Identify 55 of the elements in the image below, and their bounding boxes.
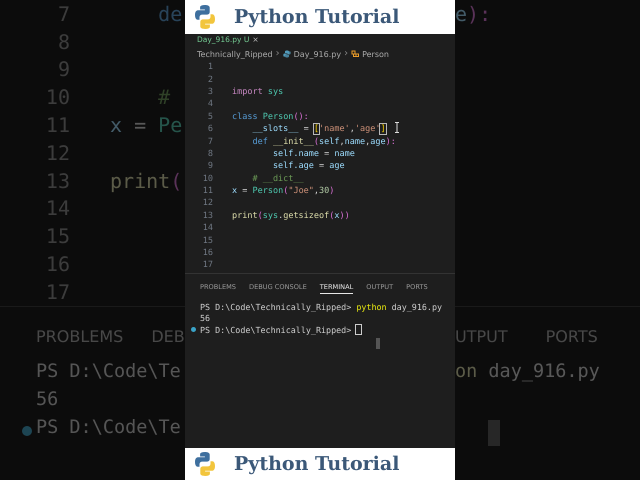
code-line: # — [157, 85, 170, 110]
line-number: 2 — [206, 74, 213, 85]
line-number: 4 — [206, 99, 213, 110]
line-number: 13 — [202, 210, 213, 221]
text-cursor-icon — [394, 122, 400, 133]
line-number: 16 — [202, 248, 213, 258]
code-line: import sys — [232, 86, 284, 97]
breadcrumb-item[interactable]: Person — [362, 50, 389, 58]
line-number: 11 — [202, 186, 213, 196]
terminal-line: 56 — [36, 389, 58, 410]
status-dot-icon — [22, 426, 32, 436]
terminal-line: PS D:\Code\Technically_Ripped> python day_916.py — [200, 302, 442, 312]
line-number: 8 — [206, 148, 213, 159]
code-line: de — [157, 2, 182, 26]
code-line: __slots__ = ['name','age'] — [251, 124, 386, 134]
code-line: self.age = age — [272, 161, 345, 172]
line-number: 1 — [206, 62, 213, 72]
status-dot-icon — [191, 327, 196, 332]
line-number: 15 — [202, 236, 213, 246]
terminal-line: PS D:\Code\Te — [36, 417, 181, 438]
terminal-line: PS D:\Code\Technically_Ripped> — [200, 324, 352, 335]
code-line: class Person(): — [232, 112, 309, 122]
line-number: 7 — [206, 136, 213, 147]
code-line: self.name = name — [272, 148, 355, 159]
terminal-cursor — [355, 324, 362, 336]
terminal-line: on day_916.py — [455, 361, 601, 382]
line-number: 10 — [202, 174, 213, 184]
chevron-icon: › — [344, 49, 348, 59]
logo-icon — [192, 451, 218, 477]
breadcrumb-item[interactable]: Day_916.py — [294, 50, 342, 58]
line-number: 3 — [206, 86, 213, 97]
line-number: 14 — [202, 223, 213, 234]
line-number: 17 — [202, 260, 213, 270]
terminal-line: PS D:\Code\Te — [36, 361, 181, 382]
logo-icon — [192, 4, 218, 30]
chevron-icon: › — [276, 49, 280, 59]
code-line: x = Person("Joe",30) — [232, 186, 334, 196]
code-line: def __init__(self,name,age): — [251, 136, 396, 147]
code-line: print(sys.getsizeof(x)) — [232, 210, 350, 221]
line-number: 9 — [206, 161, 213, 172]
cursor-block — [488, 420, 500, 446]
banner-title: Python Tutorial — [234, 453, 400, 475]
file-icon — [282, 50, 291, 58]
line-number: 12 — [202, 198, 213, 208]
code-line: # __dict__ — [251, 174, 304, 184]
terminal-line: 56 — [200, 313, 210, 324]
code-line: print( — [110, 168, 182, 193]
line-number: 5 — [206, 112, 213, 122]
code-line: x = Pe — [110, 113, 182, 138]
code-line: e): — [455, 2, 492, 26]
breadcrumb-item[interactable]: Technically_Ripped — [197, 50, 273, 58]
cursor-block — [376, 338, 380, 348]
banner-title: Python Tutorial — [234, 6, 400, 28]
class-icon — [351, 50, 360, 58]
line-number: 6 — [206, 124, 213, 134]
